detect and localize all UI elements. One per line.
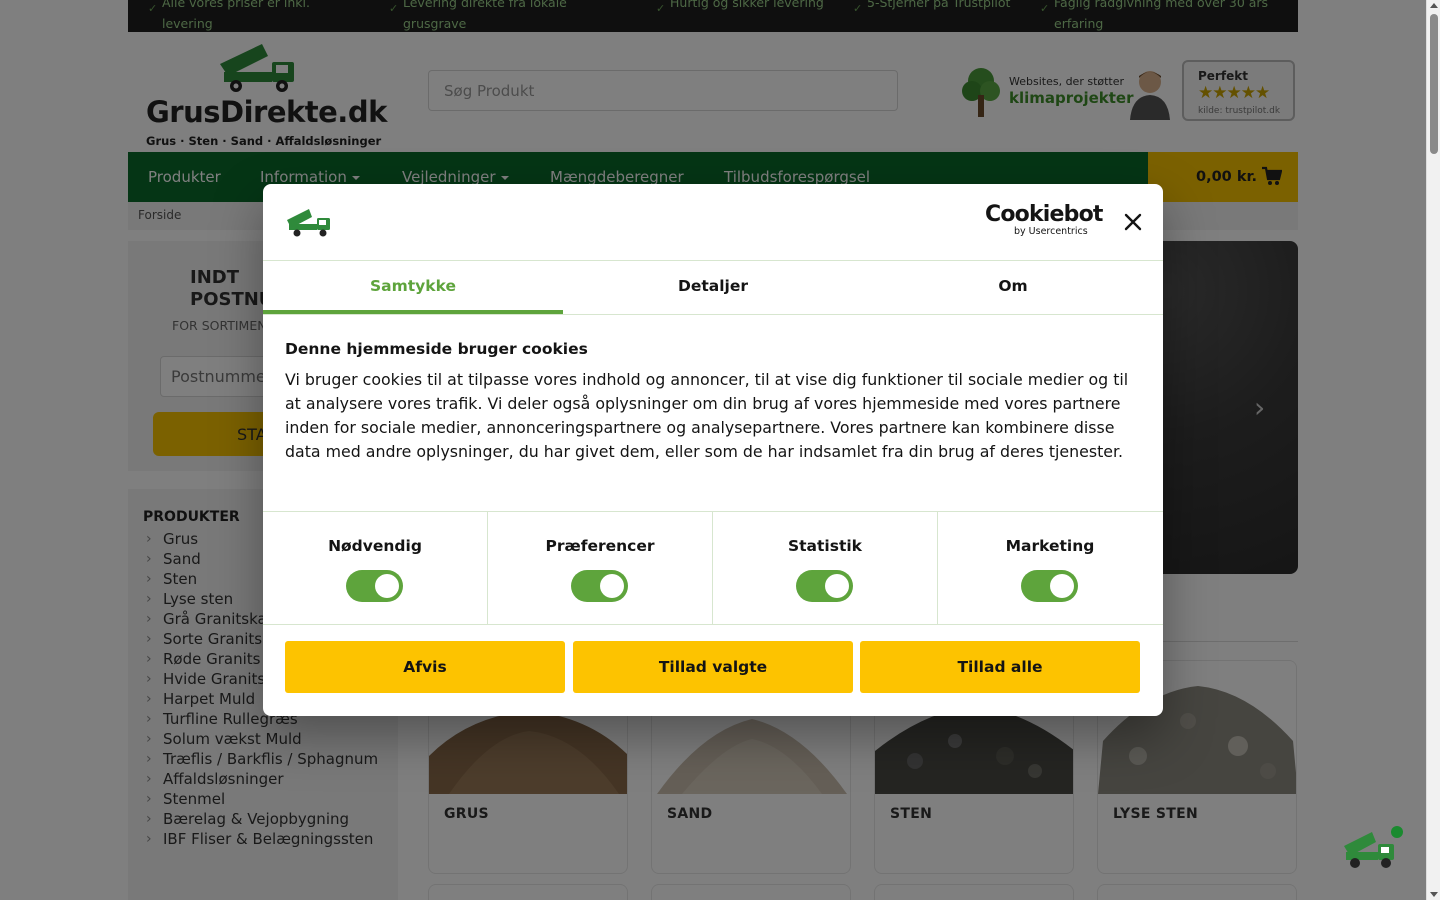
dialog-description: Vi bruger cookies til at tilpasse vores … — [285, 370, 1129, 461]
page-scrollbar[interactable] — [1426, 0, 1440, 900]
cookiebot-logo: Cookiebot by Usercentrics — [985, 202, 1103, 238]
cookiebot-name: Cookiebot — [985, 202, 1103, 227]
dialog-tabs: Samtykke Detaljer Om — [263, 261, 1163, 315]
tab-samtykke[interactable]: Samtykke — [263, 261, 563, 314]
status-dot — [1391, 826, 1403, 838]
marketing-toggle[interactable] — [1021, 570, 1078, 602]
scroll-down-icon[interactable] — [1430, 892, 1438, 897]
scrollbar-thumb[interactable] — [1430, 14, 1438, 154]
category-statistics: Statistik — [713, 512, 938, 625]
truck-logo-icon — [287, 209, 330, 237]
preferences-toggle[interactable] — [571, 570, 628, 602]
category-label: Nødvendig — [328, 537, 422, 555]
cookiebot-sub: by Usercentrics — [1014, 226, 1088, 237]
category-label: Marketing — [1005, 537, 1095, 555]
dialog-title: Denne hjemmeside bruger cookies — [285, 340, 588, 358]
category-label: Præferencer — [545, 537, 655, 555]
dialog-header: Cookiebot by Usercentrics — [263, 184, 1163, 261]
cookie-widget-button[interactable] — [1340, 822, 1403, 870]
allow-all-button[interactable]: Tillad alle — [860, 641, 1140, 693]
category-marketing: Marketing — [938, 512, 1163, 625]
category-necessary: Nødvendig — [263, 512, 488, 625]
statistics-toggle[interactable] — [796, 570, 853, 602]
tab-om[interactable]: Om — [863, 261, 1163, 314]
category-label: Statistik — [787, 537, 862, 555]
tab-detaljer[interactable]: Detaljer — [563, 261, 863, 314]
consent-categories: Nødvendig Præferencer Statistik Marketin… — [263, 511, 1163, 625]
category-preferences: Præferencer — [488, 512, 713, 625]
scroll-up-icon[interactable] — [1430, 3, 1438, 8]
cookie-consent-dialog: Cookiebot by Usercentrics Samtykke Detal… — [263, 184, 1163, 716]
reject-button[interactable]: Afvis — [285, 641, 565, 693]
necessary-toggle[interactable] — [346, 570, 403, 602]
close-icon[interactable] — [1121, 210, 1145, 234]
allow-selected-button[interactable]: Tillad valgte — [573, 641, 853, 693]
